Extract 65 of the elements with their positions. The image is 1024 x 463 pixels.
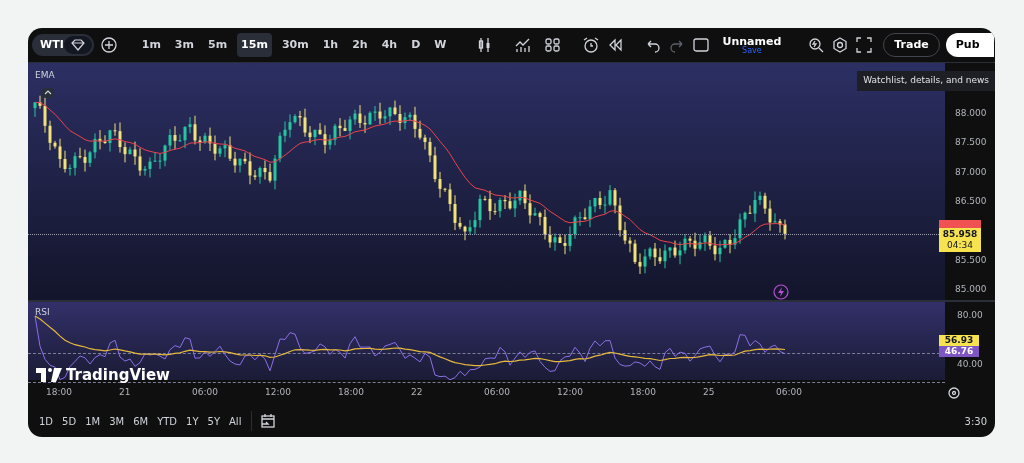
grid-icon[interactable] — [544, 36, 563, 54]
time-tick: 18:00 — [630, 385, 657, 399]
tradingview-logo-icon — [36, 368, 62, 383]
range-button[interactable]: 5D — [59, 413, 80, 429]
interval-tab[interactable]: W — [430, 33, 451, 57]
save-status: Save — [742, 46, 762, 55]
symbol-text: WTI — [40, 36, 64, 53]
gem-icon[interactable] — [70, 39, 85, 51]
add-icon[interactable] — [99, 36, 118, 54]
price-tick: 88.000 — [955, 107, 987, 121]
interval-tab[interactable]: D — [407, 33, 425, 57]
range-button[interactable]: 6M — [130, 413, 152, 429]
time-tick: 25 — [703, 385, 716, 399]
price-tag-strip — [939, 219, 981, 228]
interval-tab[interactable]: 30m — [277, 33, 313, 57]
time-tick: 06:00 — [776, 385, 803, 399]
range-button[interactable]: 1M — [82, 413, 104, 429]
interval-tab[interactable]: 4h — [377, 33, 402, 57]
range-button[interactable]: 1D — [36, 413, 57, 429]
interval-tab[interactable]: 2h — [348, 33, 372, 57]
publish-button[interactable]: Pub — [945, 33, 994, 57]
fullscreen-icon[interactable] — [855, 36, 874, 54]
bar-countdown: 04:34 — [947, 239, 973, 251]
range-button[interactable]: All — [226, 413, 245, 429]
interval-tab[interactable]: 1h — [318, 33, 343, 57]
interval-tab[interactable]: 5m — [204, 33, 232, 57]
range-button[interactable]: 3M — [106, 413, 128, 429]
rsi-tick: 40.00 — [957, 358, 983, 372]
price-tick: 85.500 — [955, 254, 987, 267]
time-tick: 06:00 — [192, 385, 219, 399]
symbol-search-field[interactable]: WTI — [32, 34, 94, 56]
collapse-icon[interactable] — [42, 88, 54, 98]
range-button[interactable]: YTD — [154, 413, 181, 429]
tradingview-brand: TradingView — [66, 365, 170, 386]
price-tick: 87.500 — [955, 136, 987, 150]
time-tick: 18:00 — [338, 385, 365, 399]
alarm-clock-icon[interactable] — [582, 36, 601, 54]
layout-name[interactable]: Unnamed — [722, 35, 782, 47]
range-button[interactable]: 5Y — [204, 413, 223, 429]
indicator-label: RSI — [35, 306, 50, 319]
price-tick: 86.500 — [955, 195, 987, 209]
rsi-tick: 80.00 — [957, 309, 983, 323]
time-tick: 18:00 — [46, 385, 73, 399]
price-tick: 87.000 — [955, 165, 987, 179]
time-tick: 12:00 — [557, 385, 584, 399]
indicator-label: EMA — [35, 69, 55, 82]
interval-tab[interactable]: 15m — [237, 33, 272, 57]
lightning-icon[interactable] — [773, 284, 789, 300]
rsi-average-tag: 56.93 — [939, 335, 979, 346]
rsi-value-tag: 46.76 — [939, 346, 979, 357]
range-button[interactable]: 1Y — [183, 413, 202, 429]
time-tick: 12:00 — [265, 385, 292, 399]
time-tick: 21 — [119, 385, 132, 399]
interval-tab[interactable]: 3m — [170, 33, 198, 57]
time-tick: 22 — [411, 385, 424, 399]
last-price: 85.958 — [942, 228, 978, 240]
square-icon[interactable] — [692, 36, 711, 54]
clock-text: 3:30 — [964, 414, 987, 429]
calendar-icon[interactable] — [259, 412, 278, 430]
watchlist-tooltip: Watchlist, details, and news — [857, 71, 995, 91]
interval-tab[interactable]: 1m — [137, 33, 165, 57]
time-tick: 06:00 — [484, 385, 511, 399]
price-tick: 85.000 — [955, 283, 987, 297]
search-icon[interactable] — [807, 36, 826, 54]
indicators-icon[interactable] — [514, 36, 533, 54]
